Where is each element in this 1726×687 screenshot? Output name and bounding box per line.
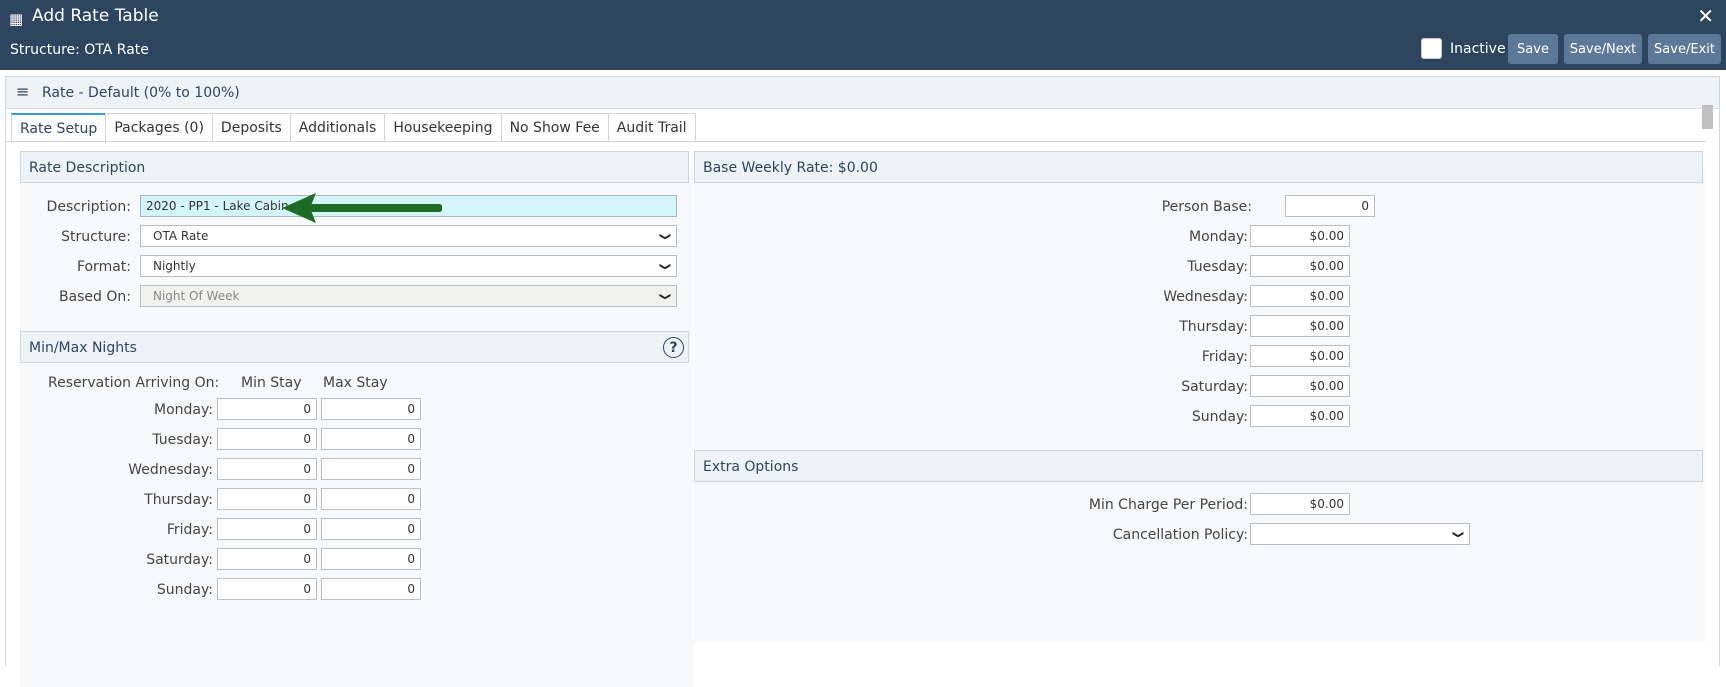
inactive-toggle[interactable]: Inactive bbox=[1421, 38, 1506, 59]
close-icon[interactable]: ✕ bbox=[1697, 4, 1714, 28]
structure-select[interactable]: OTA Rate ❯ bbox=[140, 225, 677, 247]
help-icon[interactable]: ? bbox=[663, 337, 684, 358]
day-label: Tuesday: bbox=[152, 432, 213, 448]
based-on-select[interactable]: Night Of Week ❯ bbox=[140, 285, 677, 307]
day-label: Friday: bbox=[166, 522, 213, 538]
section-title: Min/Max Nights bbox=[29, 340, 137, 356]
max-stay-input[interactable]: 0 bbox=[321, 548, 421, 570]
max-stay-input[interactable]: 0 bbox=[321, 458, 421, 480]
section-title: Base Weekly Rate: $0.00 bbox=[703, 160, 878, 176]
max-stay-input[interactable]: 0 bbox=[321, 488, 421, 510]
tab-audit-trail[interactable]: Audit Trail bbox=[607, 113, 696, 141]
save-next-button[interactable]: Save/Next bbox=[1564, 34, 1642, 64]
rate-description-header: Rate Description bbox=[20, 151, 689, 183]
max-stay-input[interactable]: 0 bbox=[321, 518, 421, 540]
format-select[interactable]: Nightly ❯ bbox=[140, 255, 677, 277]
chevron-down-icon: ❯ bbox=[658, 291, 672, 301]
tab-deposits[interactable]: Deposits bbox=[211, 113, 291, 141]
arrow-annotation bbox=[282, 193, 442, 223]
day-label: Monday: bbox=[154, 402, 213, 418]
arriving-on-header: Reservation Arriving On: bbox=[48, 375, 220, 391]
save-exit-button[interactable]: Save/Exit bbox=[1648, 34, 1721, 64]
day-label: Monday: bbox=[1189, 229, 1248, 245]
day-label: Sunday: bbox=[1191, 409, 1248, 425]
person-base-input[interactable]: 0 bbox=[1285, 195, 1375, 217]
min-stay-input[interactable]: 0 bbox=[217, 398, 317, 420]
day-label: Friday: bbox=[1201, 349, 1248, 365]
min-stay-input[interactable]: 0 bbox=[217, 458, 317, 480]
chevron-down-icon: ❯ bbox=[658, 261, 672, 271]
section-title: Extra Options bbox=[703, 459, 799, 475]
inactive-label: Inactive bbox=[1450, 40, 1506, 57]
menu-icon[interactable]: ≡ bbox=[16, 82, 29, 101]
tab-housekeeping[interactable]: Housekeeping bbox=[384, 113, 502, 141]
panel-title: Rate - Default (0% to 100%) bbox=[42, 85, 240, 101]
min-stay-header: Min Stay bbox=[241, 375, 302, 391]
min-charge-label: Min Charge Per Period: bbox=[1088, 497, 1248, 513]
chevron-down-icon: ❯ bbox=[1451, 529, 1465, 539]
day-label: Saturday: bbox=[146, 552, 213, 568]
max-stay-input[interactable]: 0 bbox=[321, 578, 421, 600]
max-stay-input[interactable]: 0 bbox=[321, 398, 421, 420]
section-title: Rate Description bbox=[29, 160, 146, 176]
structure-label: Structure: bbox=[61, 229, 131, 245]
rate-input[interactable]: $0.00 bbox=[1250, 375, 1350, 397]
calendar-icon: ▦ bbox=[9, 10, 24, 28]
extra-options-header: Extra Options bbox=[694, 450, 1703, 482]
dialog-title: Add Rate Table bbox=[32, 6, 159, 26]
base-weekly-rate-header: Base Weekly Rate: $0.00 bbox=[694, 151, 1703, 183]
rate-input[interactable]: $0.00 bbox=[1250, 225, 1350, 247]
min-stay-input[interactable]: 0 bbox=[217, 428, 317, 450]
rate-input[interactable]: $0.00 bbox=[1250, 405, 1350, 427]
min-stay-input[interactable]: 0 bbox=[217, 488, 317, 510]
day-label: Wednesday: bbox=[1163, 289, 1248, 305]
tab-bar: Rate Setup Packages (0) Deposits Additio… bbox=[11, 113, 696, 143]
save-button[interactable]: Save bbox=[1508, 34, 1558, 64]
max-stay-input[interactable]: 0 bbox=[321, 428, 421, 450]
chevron-down-icon: ❯ bbox=[658, 231, 672, 241]
based-on-label: Based On: bbox=[58, 289, 131, 305]
description-label: Description: bbox=[46, 199, 131, 215]
structure-value: OTA Rate bbox=[153, 229, 209, 243]
rate-input[interactable]: $0.00 bbox=[1250, 255, 1350, 277]
tab-divider bbox=[6, 141, 1706, 142]
min-stay-input[interactable]: 0 bbox=[217, 548, 317, 570]
tab-rate-setup[interactable]: Rate Setup bbox=[11, 113, 107, 143]
rate-input[interactable]: $0.00 bbox=[1250, 285, 1350, 307]
title-bar: ▦ Add Rate Table ✕ Structure: OTA Rate I… bbox=[0, 0, 1726, 70]
structure-subtitle: Structure: OTA Rate bbox=[10, 42, 149, 58]
min-max-nights-header: Min/Max Nights ? bbox=[20, 331, 689, 363]
day-label: Tuesday: bbox=[1187, 259, 1248, 275]
min-stay-input[interactable]: 0 bbox=[217, 518, 317, 540]
day-label: Sunday: bbox=[156, 582, 213, 598]
tab-packages[interactable]: Packages (0) bbox=[105, 113, 213, 141]
day-label: Saturday: bbox=[1181, 379, 1248, 395]
tab-additionals[interactable]: Additionals bbox=[289, 113, 386, 141]
day-label: Thursday: bbox=[1179, 319, 1248, 335]
person-base-label: Person Base: bbox=[1161, 199, 1252, 215]
scrollbar[interactable] bbox=[1702, 105, 1713, 129]
min-charge-input[interactable]: $0.00 bbox=[1250, 493, 1350, 515]
inactive-checkbox[interactable] bbox=[1421, 38, 1442, 59]
min-stay-input[interactable]: 0 bbox=[217, 578, 317, 600]
rate-input[interactable]: $0.00 bbox=[1250, 345, 1350, 367]
panel-header: ≡ Rate - Default (0% to 100%) bbox=[6, 77, 1719, 109]
rate-input[interactable]: $0.00 bbox=[1250, 315, 1350, 337]
day-label: Thursday: bbox=[144, 492, 213, 508]
max-stay-header: Max Stay bbox=[323, 375, 388, 391]
format-value: Nightly bbox=[153, 259, 196, 273]
day-label: Wednesday: bbox=[128, 462, 213, 478]
cancellation-policy-label: Cancellation Policy: bbox=[1112, 527, 1248, 543]
cancellation-policy-select[interactable]: ❯ bbox=[1250, 523, 1470, 545]
format-label: Format: bbox=[76, 259, 131, 275]
based-on-value: Night Of Week bbox=[153, 289, 240, 303]
tab-no-show-fee[interactable]: No Show Fee bbox=[500, 113, 609, 141]
